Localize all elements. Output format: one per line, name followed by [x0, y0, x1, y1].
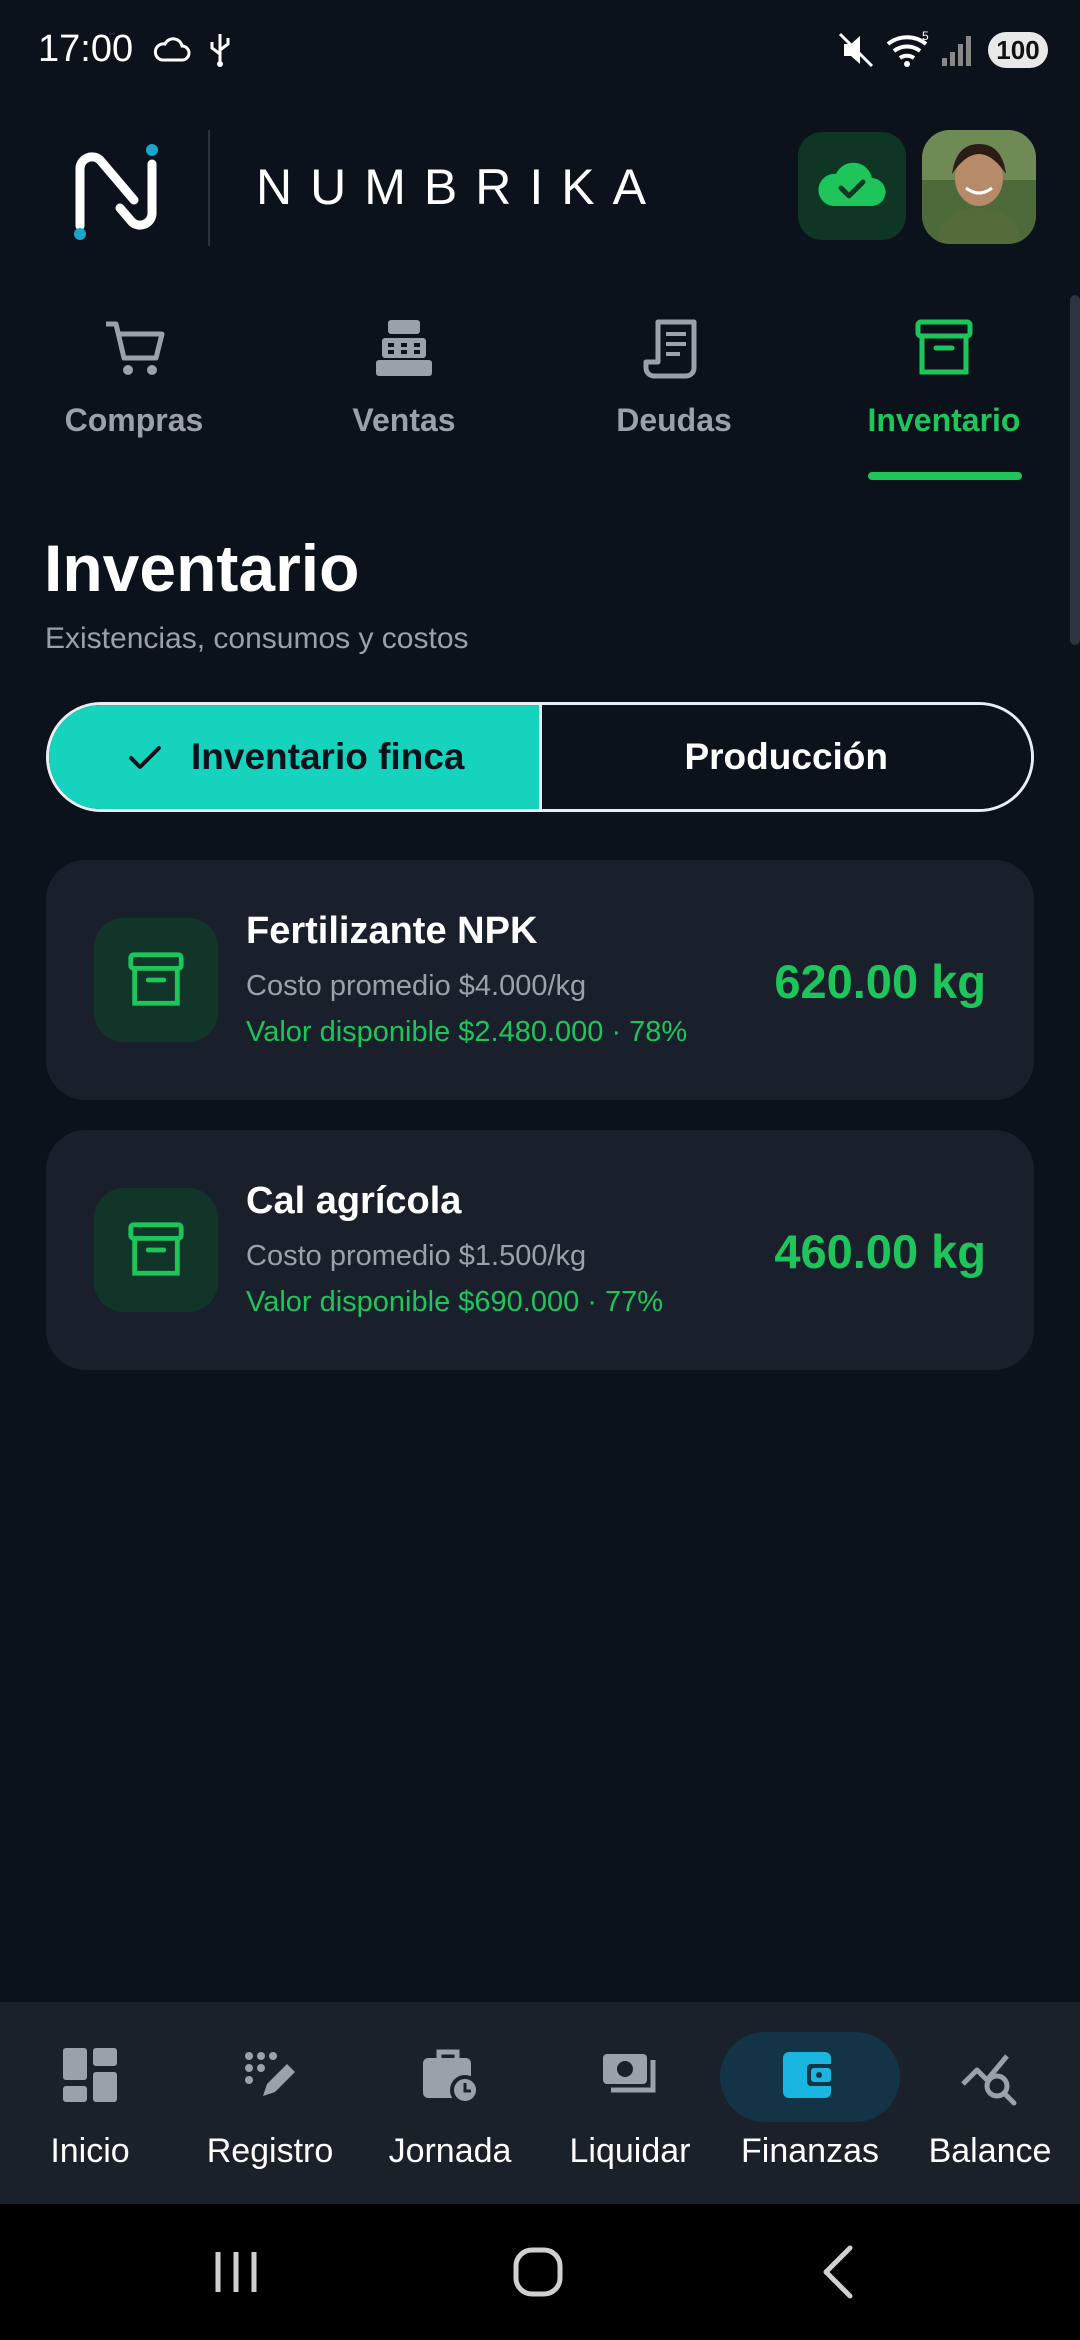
payments-icon [603, 2054, 656, 2093]
tab-deudas[interactable]: Deudas [574, 300, 774, 490]
inventory-item-card[interactable]: Fertilizante NPK Costo promedio $4.000/k… [46, 860, 1034, 1100]
receipt-icon [643, 319, 697, 379]
dashboard-icon [63, 2048, 117, 2102]
item-average-cost: Costo promedio $4.000/kg [246, 970, 587, 1002]
inventory-item-card[interactable]: Cal agrícola Costo promedio $1.500/kg Va… [46, 1130, 1034, 1370]
item-quantity: 460.00 kg [774, 1225, 986, 1278]
scrollbar[interactable] [1070, 295, 1080, 645]
wifi-icon: 5 [886, 30, 929, 67]
nav-liquidar[interactable]: Liquidar [540, 2002, 720, 2204]
nav-balance[interactable]: Balance [900, 2002, 1080, 2204]
segment-label: Producción [684, 736, 889, 777]
nav-label: Registro [206, 2132, 334, 2170]
usb-icon [210, 34, 230, 67]
item-quantity: 620.00 kg [774, 955, 986, 1008]
tab-label: Inventario [867, 402, 1021, 438]
cloud-check-icon [818, 162, 886, 207]
svg-text:5: 5 [922, 30, 929, 43]
chart-search-icon [961, 2054, 1017, 2106]
item-icon-container [94, 918, 218, 1042]
signal-icon [942, 36, 971, 66]
mute-icon [838, 32, 874, 68]
segment-label: Inventario finca [191, 736, 465, 777]
back-icon[interactable] [800, 2236, 880, 2308]
tab-ventas[interactable]: Ventas [304, 300, 504, 490]
user-avatar[interactable] [922, 130, 1036, 244]
nav-finanzas[interactable]: Finanzas [720, 2002, 900, 2204]
inventory-type-toggle: Inventario finca Producción [46, 702, 1034, 812]
nav-label: Balance [928, 2132, 1052, 2170]
bottom-navigation: Inicio Registro Jornada Liquidar Finanza… [0, 2002, 1080, 2204]
cash-register-icon [376, 320, 432, 376]
nav-label: Jornada [388, 2132, 512, 2170]
system-navigation-bar [0, 2204, 1080, 2340]
cart-icon [106, 321, 165, 375]
nav-label: Liquidar [569, 2132, 691, 2170]
tab-label: Compras [64, 402, 204, 438]
brand-name: NUMBRIKA [256, 159, 664, 215]
item-name: Cal agrícola [246, 1180, 462, 1222]
app-screen: 17:00 5 100 NUMBRIKA Compras Ventas Deud… [0, 0, 1080, 2340]
nav-label: Finanzas [741, 2132, 879, 2170]
tab-label: Deudas [616, 402, 732, 438]
logo-divider [208, 130, 210, 246]
check-icon [129, 746, 162, 769]
tab-compras[interactable]: Compras [34, 300, 234, 490]
cloud-sync-button[interactable] [798, 132, 906, 240]
home-icon[interactable] [498, 2236, 578, 2308]
active-tab-indicator [868, 472, 1022, 480]
tab-inventario[interactable]: Inventario [844, 300, 1044, 490]
nav-jornada[interactable]: Jornada [360, 2002, 540, 2204]
archive-box-icon [128, 952, 184, 1006]
tab-label: Ventas [352, 402, 456, 438]
segment-produccion[interactable]: Producción [541, 705, 1031, 809]
item-name: Fertilizante NPK [246, 910, 538, 952]
nav-label: Inicio [50, 2132, 130, 2170]
numbrika-logo-icon [74, 144, 158, 240]
item-icon-container [94, 1188, 218, 1312]
page-title: Inventario [44, 531, 360, 605]
app-header: NUMBRIKA [0, 120, 1080, 250]
avatar-image [922, 130, 1036, 244]
briefcase-clock-icon [423, 2049, 480, 2105]
nav-inicio[interactable]: Inicio [0, 2002, 180, 2204]
archive-box-icon [915, 319, 973, 375]
status-time: 17:00 [38, 28, 134, 70]
segment-inventario-finca[interactable]: Inventario finca [49, 705, 542, 809]
cloud-outline-icon [153, 37, 191, 62]
archive-box-icon [128, 1222, 184, 1276]
section-tabs: Compras Ventas Deudas Inventario [0, 300, 1080, 490]
item-available-value: Valor disponible $2.480.000 · 78% [246, 1016, 688, 1048]
status-bar: 17:00 5 100 [0, 0, 1080, 100]
recent-apps-icon[interactable] [196, 2236, 276, 2308]
item-available-value: Valor disponible $690.000 · 77% [246, 1286, 664, 1318]
battery-indicator: 100 [988, 32, 1048, 68]
wallet-icon [783, 2052, 835, 2098]
item-average-cost: Costo promedio $1.500/kg [246, 1240, 587, 1272]
page-subtitle: Existencias, consumos y costos [45, 622, 469, 655]
edit-dots-icon [245, 2052, 295, 2096]
nav-registro[interactable]: Registro [180, 2002, 360, 2204]
